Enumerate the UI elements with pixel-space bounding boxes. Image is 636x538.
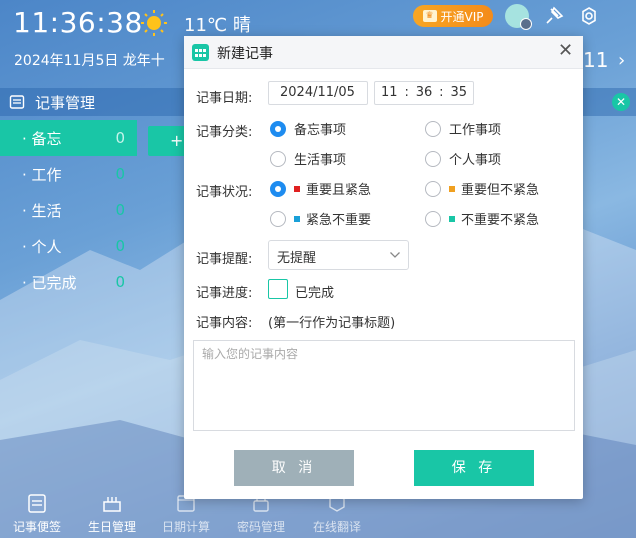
radio-selected: [270, 180, 286, 197]
calendar-grid-icon: [192, 44, 209, 61]
reminder-select[interactable]: 无提醒: [268, 240, 409, 270]
status-color-swatch: [294, 185, 300, 192]
vip-label: 开通VIP: [440, 9, 484, 24]
panel-title: 记事管理: [35, 94, 96, 112]
time-minute[interactable]: 36: [416, 85, 433, 101]
time-second[interactable]: 35: [450, 85, 467, 101]
clock-time: 11:36:38: [13, 6, 143, 39]
category-count: 0: [115, 165, 125, 183]
cake-icon: [103, 497, 121, 512]
toolbar-birthday[interactable]: 生日管理: [76, 488, 148, 535]
radio-unselected: [425, 120, 441, 137]
radio-category-life[interactable]: 生活事项: [270, 149, 346, 168]
notepad-icon: [28, 494, 46, 513]
new-note-dialog: 新建记事 ✕ 记事日期: 2024/11/05 11 : 36 : 35 记事分…: [184, 36, 583, 499]
radio-selected: [270, 120, 286, 137]
category-count: 0: [115, 237, 125, 255]
content-textarea[interactable]: 输入您的记事内容: [193, 340, 575, 431]
dialog-title: 新建记事: [217, 46, 273, 62]
category-label: 记事分类:: [196, 125, 253, 140]
category-label: · 工作: [22, 165, 62, 184]
toolbar-label: 日期计算: [161, 520, 210, 534]
radio-status-urgent[interactable]: 紧急不重要: [270, 209, 371, 228]
radio-label: 工作事项: [449, 123, 502, 138]
chevron-down-icon: [390, 252, 400, 258]
pin-icon[interactable]: [543, 5, 565, 27]
category-item-work[interactable]: · 工作 0: [0, 156, 137, 192]
gear-icon[interactable]: [578, 5, 600, 27]
user-avatar[interactable]: [505, 4, 532, 30]
time-colon: :: [439, 85, 444, 100]
radio-label: 个人事项: [449, 153, 502, 168]
radio-label: 重要且紧急: [306, 183, 372, 198]
progress-label: 记事进度:: [196, 286, 253, 301]
status-label: 记事状况:: [196, 185, 253, 200]
radio-status-urgent-important[interactable]: 重要且紧急: [270, 179, 371, 198]
category-item-personal[interactable]: · 个人 0: [0, 228, 137, 264]
category-label: · 已完成: [22, 273, 77, 292]
category-item-done[interactable]: · 已完成 0: [0, 264, 137, 300]
status-color-swatch: [294, 215, 300, 222]
content-hint: (第一行作为记事标题): [268, 316, 396, 331]
toolbar-label: 密码管理: [236, 520, 285, 534]
completed-label: 已完成: [295, 286, 335, 301]
add-note-button[interactable]: +: [148, 126, 188, 156]
reminder-value: 无提醒: [277, 251, 317, 266]
reminder-label: 记事提醒:: [196, 252, 253, 267]
radio-status-important[interactable]: 重要但不紧急: [425, 179, 539, 198]
status-color-swatch: [449, 185, 455, 192]
crown-icon: ♛: [422, 10, 437, 22]
completed-checkbox[interactable]: [268, 279, 288, 299]
radio-category-memo[interactable]: 备忘事项: [270, 119, 346, 138]
radio-unselected: [270, 150, 286, 167]
category-count: 0: [115, 273, 125, 291]
category-label: · 生活: [22, 201, 62, 220]
radio-label: 不重要不紧急: [461, 213, 540, 228]
panel-close-icon[interactable]: ✕: [612, 93, 630, 111]
date-lunar: 2024年11月5日 龙年十: [14, 53, 165, 69]
close-icon[interactable]: ✕: [558, 42, 573, 60]
radio-unselected: [425, 210, 441, 227]
sun-icon: [141, 10, 167, 36]
category-label: · 个人: [22, 237, 62, 256]
radio-unselected: [425, 180, 441, 197]
save-button[interactable]: 保 存: [414, 450, 534, 486]
category-list: · 备忘 0 · 工作 0 · 生活 0 · 个人 0 · 已完成 0: [0, 120, 137, 300]
right-date-number: 11: [583, 48, 609, 72]
radio-label: 生活事项: [294, 153, 347, 168]
category-label: · 备忘: [22, 129, 62, 148]
radio-unselected: [270, 210, 286, 227]
status-color-swatch: [449, 215, 455, 222]
radio-category-personal[interactable]: 个人事项: [425, 149, 501, 168]
time-field[interactable]: 11 : 36 : 35: [374, 81, 474, 105]
toolbar-label: 记事便签: [12, 520, 61, 534]
time-colon: :: [404, 85, 409, 100]
radio-unselected: [425, 150, 441, 167]
category-count: 0: [115, 129, 125, 147]
radio-label: 重要但不紧急: [461, 183, 540, 198]
content-label: 记事内容:: [196, 316, 253, 331]
radio-status-neither[interactable]: 不重要不紧急: [425, 209, 539, 228]
vip-button[interactable]: ♛ 开通VIP: [413, 5, 493, 27]
next-arrow-icon[interactable]: ›: [618, 50, 625, 71]
temperature-weather: 11℃ 晴: [184, 15, 251, 36]
notes-icon: [9, 95, 25, 109]
toolbar-label: 生日管理: [87, 520, 136, 534]
radio-label: 紧急不重要: [306, 213, 372, 228]
radio-label: 备忘事项: [294, 123, 347, 138]
category-item-memo[interactable]: · 备忘 0: [0, 120, 137, 156]
dialog-title-bar: 新建记事 ✕: [184, 36, 583, 69]
cancel-button[interactable]: 取 消: [234, 450, 354, 486]
time-hour[interactable]: 11: [381, 85, 398, 101]
toolbar-notes[interactable]: 记事便签: [1, 488, 73, 535]
toolbar-label: 在线翻译: [312, 520, 361, 534]
radio-category-work[interactable]: 工作事项: [425, 119, 501, 138]
category-count: 0: [115, 201, 125, 219]
date-label: 记事日期:: [196, 91, 253, 106]
date-field[interactable]: 2024/11/05: [268, 81, 368, 105]
category-item-life[interactable]: · 生活 0: [0, 192, 137, 228]
